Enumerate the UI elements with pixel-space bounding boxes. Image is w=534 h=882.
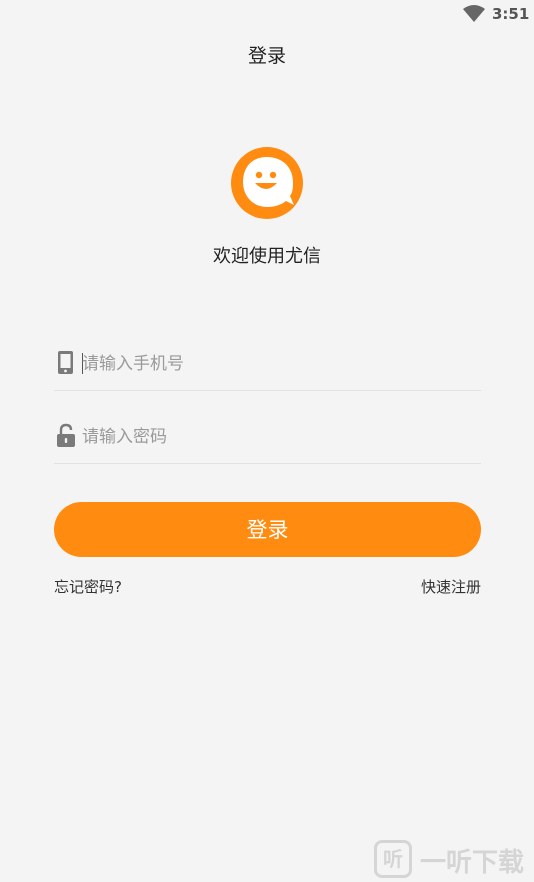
password-field[interactable] [54, 419, 481, 464]
phone-icon [58, 351, 73, 374]
phone-input[interactable] [82, 346, 472, 382]
status-time: 3:51 [492, 5, 530, 23]
login-button[interactable]: 登录 [54, 502, 481, 557]
forgot-password-link[interactable]: 忘记密码? [54, 576, 122, 597]
watermark-mark: 听 [374, 840, 412, 878]
watermark: 听 一听下载 [374, 840, 532, 878]
lock-icon [57, 423, 75, 447]
smiley-chat-icon [231, 147, 303, 219]
page-title: 登录 [247, 45, 286, 67]
watermark-text: 一听下载 [420, 848, 525, 878]
welcome-text: 欢迎使用尤信 [213, 246, 321, 267]
phone-field[interactable] [54, 346, 481, 391]
status-bar: 3:51 [0, 0, 534, 30]
wifi-icon [463, 5, 485, 22]
quick-register-link[interactable]: 快速注册 [421, 576, 481, 597]
password-input[interactable] [82, 419, 472, 455]
